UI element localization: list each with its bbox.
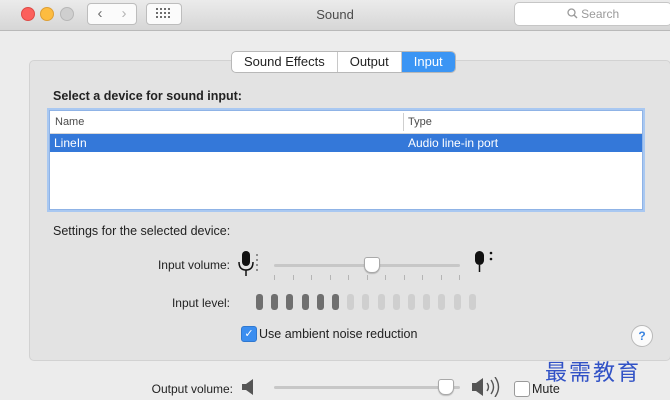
- level-segment: [301, 294, 309, 310]
- level-segment: [438, 294, 446, 310]
- output-volume-knob[interactable]: [438, 379, 455, 395]
- search-placeholder: Search: [581, 7, 620, 21]
- level-segment: [453, 294, 461, 310]
- level-segment: [256, 294, 263, 310]
- tab-input[interactable]: Input: [401, 52, 455, 72]
- column-divider: [403, 113, 404, 131]
- output-volume-label: Output volume:: [151, 382, 233, 396]
- input-panel: [29, 60, 670, 361]
- speaker-low-icon: [242, 379, 253, 395]
- ambient-noise-checkbox[interactable]: ✓: [241, 326, 257, 342]
- settings-label: Settings for the selected device:: [53, 224, 231, 238]
- microphone-high-icon: [475, 251, 493, 272]
- column-header-type[interactable]: Type: [408, 116, 432, 128]
- level-segment: [271, 294, 279, 310]
- level-segment: [362, 294, 370, 310]
- slider-tick: [366, 275, 368, 280]
- output-volume-slider[interactable]: [274, 386, 460, 389]
- input-volume-label: Input volume:: [157, 258, 230, 272]
- device-section-title: Select a device for sound input:: [53, 89, 242, 103]
- table-row[interactable]: LineIn Audio line-in port: [50, 134, 642, 152]
- slider-tick: [311, 275, 312, 280]
- device-type: Audio line-in port: [408, 136, 499, 150]
- input-device-table[interactable]: Name Type LineIn Audio line-in port: [49, 110, 643, 210]
- slider-tick: [403, 275, 405, 280]
- checkmark-icon: ✓: [244, 328, 254, 340]
- slider-tick: [292, 275, 294, 280]
- level-segment: [408, 294, 415, 310]
- column-header-name[interactable]: Name: [55, 116, 84, 128]
- level-segment: [468, 294, 476, 310]
- slider-tick: [385, 275, 386, 280]
- slider-tick: [440, 275, 442, 280]
- tab-sound-effects[interactable]: Sound Effects: [232, 52, 338, 72]
- slider-tick: [329, 275, 331, 280]
- search-field[interactable]: Search: [514, 2, 670, 26]
- slider-tick: [348, 275, 349, 280]
- ambient-noise-label: Use ambient noise reduction: [259, 327, 418, 341]
- mute-checkbox[interactable]: [514, 381, 530, 397]
- tab-bar: Sound Effects Output Input: [231, 51, 456, 73]
- level-segment: [347, 294, 355, 310]
- level-segment: [286, 294, 294, 310]
- tab-output[interactable]: Output: [338, 52, 402, 72]
- slider-tick: [459, 275, 460, 280]
- input-volume-knob[interactable]: [363, 257, 380, 273]
- speaker-high-icon: [472, 377, 500, 397]
- level-segment: [392, 294, 400, 310]
- search-icon: [567, 3, 578, 25]
- watermark: 最需教育: [545, 361, 642, 386]
- input-volume-ticks: [274, 275, 460, 280]
- slider-tick: [422, 275, 423, 280]
- input-level-label: Input level:: [171, 296, 230, 310]
- microphone-low-icon: [238, 251, 258, 276]
- slider-tick: [274, 275, 275, 280]
- title-bar: ‹ › Sound Search: [0, 0, 670, 31]
- table-header: Name Type: [50, 111, 642, 134]
- level-segment: [332, 294, 339, 310]
- help-button[interactable]: ?: [631, 325, 653, 347]
- level-segment: [423, 294, 431, 310]
- level-segment: [377, 294, 385, 310]
- level-segment: [316, 294, 324, 310]
- device-name: LineIn: [54, 136, 87, 150]
- question-mark-icon: ?: [638, 329, 646, 343]
